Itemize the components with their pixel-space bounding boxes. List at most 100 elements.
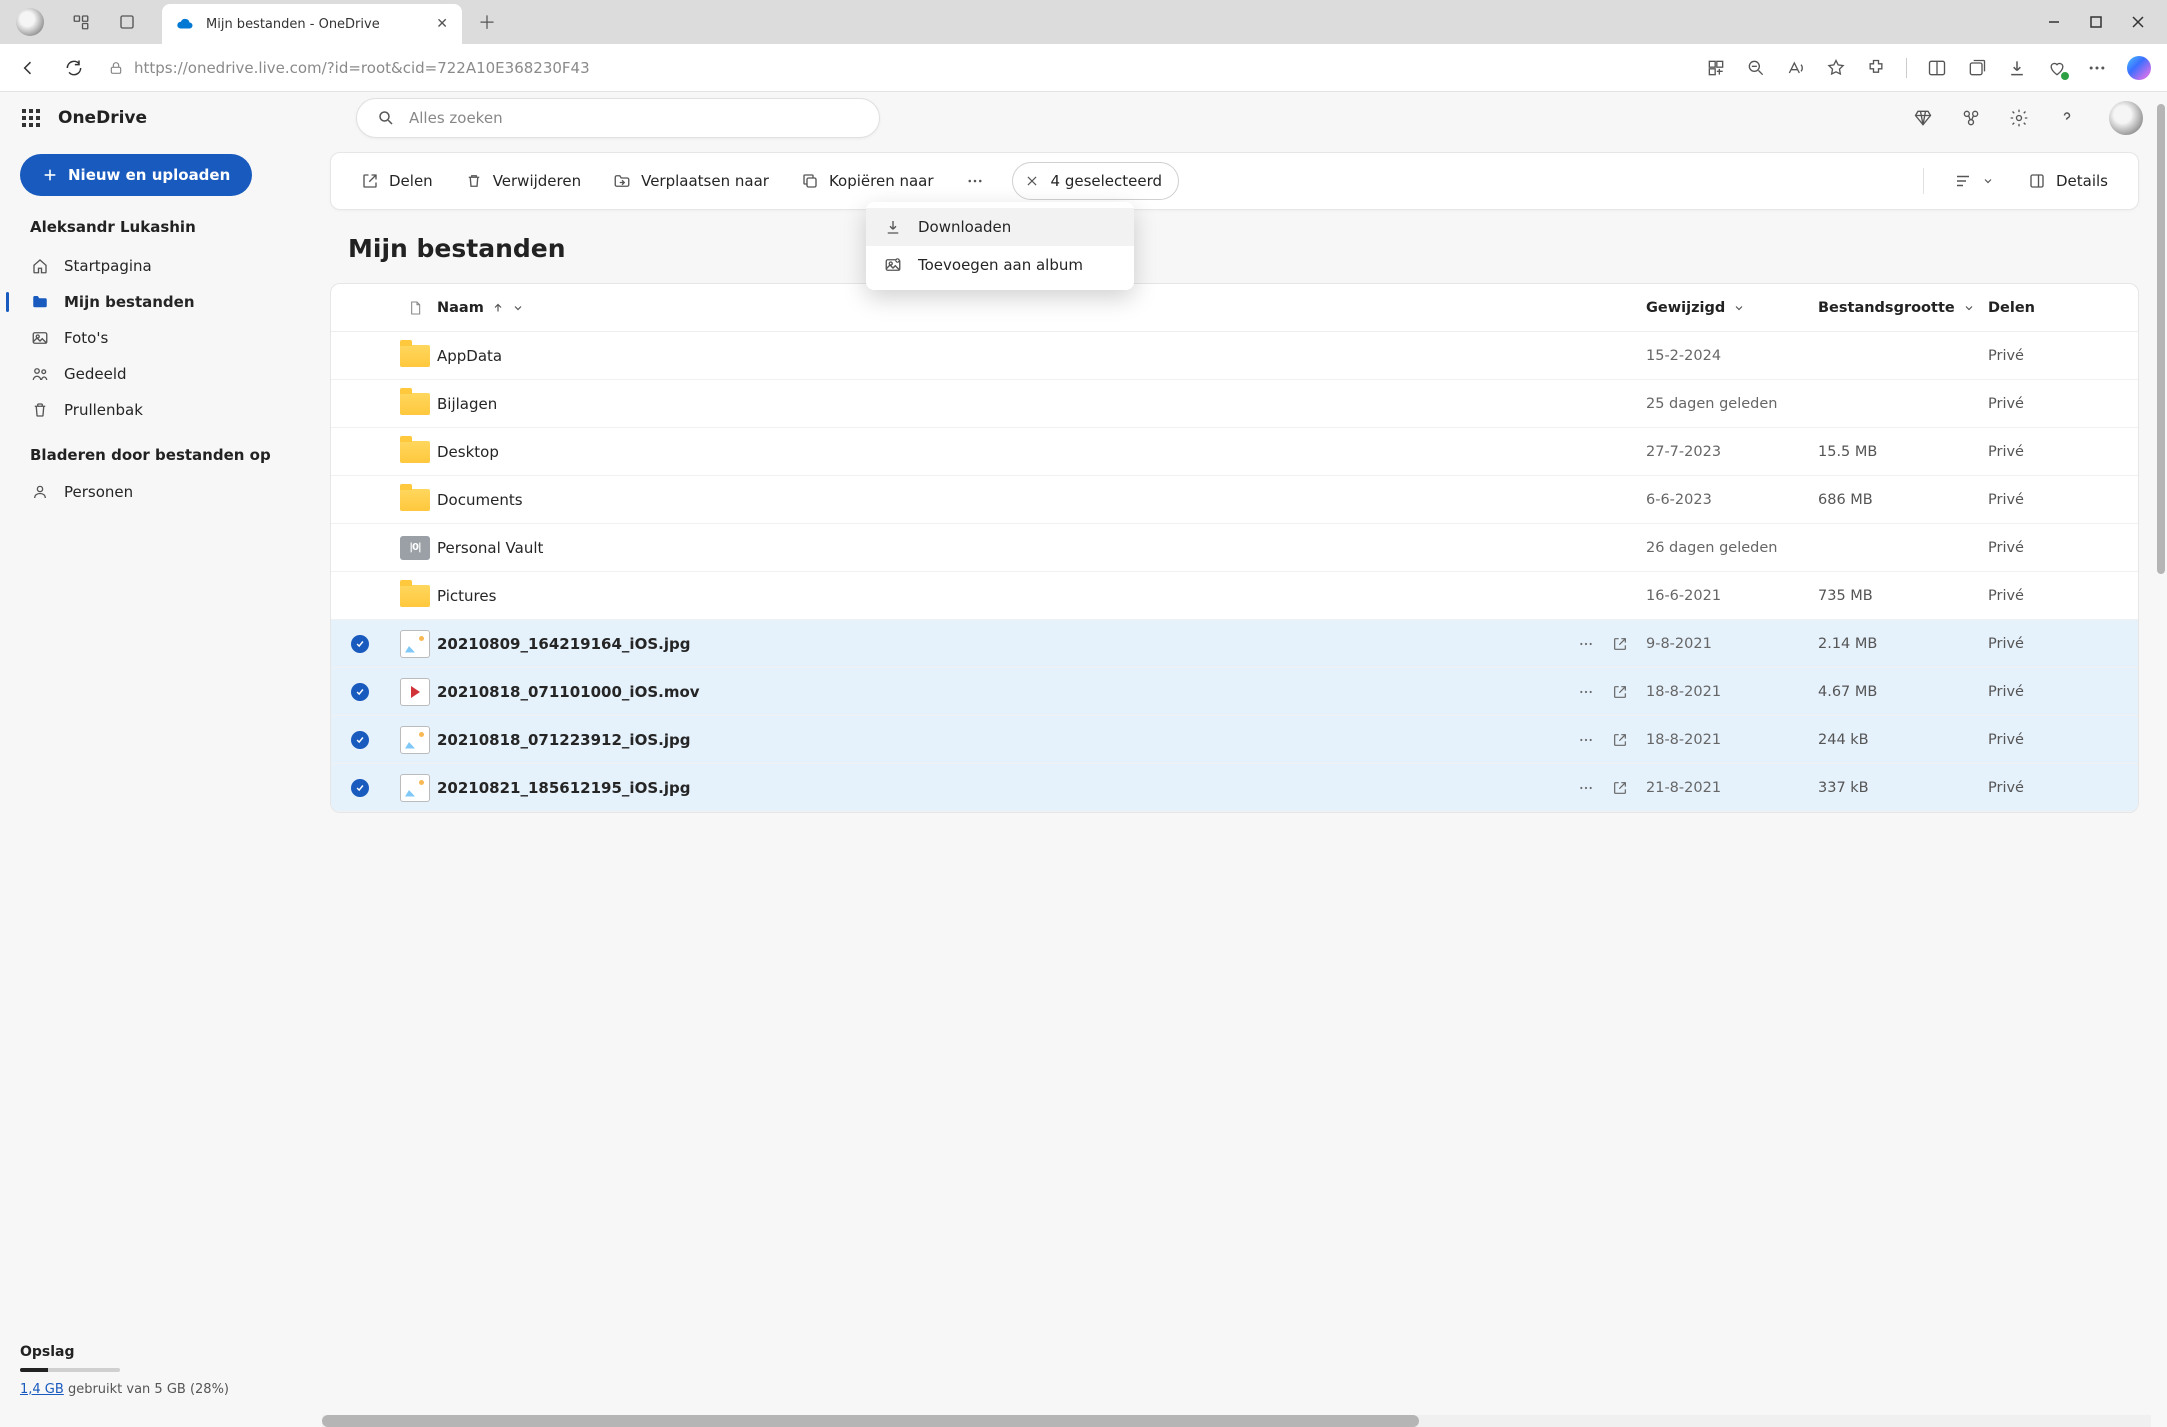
- more-icon[interactable]: [2087, 58, 2107, 78]
- chevron-down-icon[interactable]: [1733, 302, 1745, 314]
- horizontal-scrollbar[interactable]: [322, 1415, 2151, 1427]
- refresh-button[interactable]: [62, 56, 86, 80]
- file-name[interactable]: 20210821_185612195_iOS.jpg: [437, 779, 1646, 797]
- app-launcher-icon[interactable]: [22, 109, 40, 127]
- clear-selection-icon[interactable]: [1025, 174, 1039, 188]
- move-button[interactable]: Verplaatsen naar: [601, 164, 781, 198]
- back-button[interactable]: [16, 56, 40, 80]
- file-size: 337 kB: [1818, 780, 1988, 796]
- workspaces-icon[interactable]: [72, 13, 90, 31]
- minimize-icon[interactable]: [2047, 15, 2061, 29]
- folder-icon: [393, 441, 437, 463]
- column-size-header[interactable]: Bestandsgrootte: [1818, 300, 1988, 316]
- file-name[interactable]: 20210818_071223912_iOS.jpg: [437, 731, 1646, 749]
- file-name[interactable]: Pictures: [437, 587, 1646, 605]
- row-checkbox[interactable]: [351, 779, 393, 797]
- new-tab-button[interactable]: ＋: [478, 9, 496, 35]
- file-name[interactable]: Documents: [437, 491, 1646, 509]
- file-modified: 18-8-2021: [1646, 732, 1818, 748]
- maximize-icon[interactable]: [2089, 15, 2103, 29]
- chevron-down-icon[interactable]: [512, 302, 524, 314]
- new-upload-button[interactable]: Nieuw en uploaden: [20, 154, 252, 196]
- details-button[interactable]: Details: [2016, 164, 2120, 198]
- table-row[interactable]: 20210809_164219164_iOS.jpg9-8-20212.14 M…: [331, 620, 2138, 668]
- share-button[interactable]: Delen: [349, 164, 445, 198]
- file-name[interactable]: Desktop: [437, 443, 1646, 461]
- settings-icon[interactable]: [2005, 104, 2033, 132]
- sidebar: OneDrive Nieuw en uploaden Aleksandr Luk…: [0, 92, 322, 1427]
- profile-avatar-icon[interactable]: [16, 8, 44, 36]
- search-input-container[interactable]: [356, 98, 880, 138]
- row-more-icon[interactable]: [1578, 636, 1594, 652]
- file-name[interactable]: Bijlagen: [437, 395, 1646, 413]
- browser-tab[interactable]: Mijn bestanden - OneDrive ✕: [162, 4, 462, 44]
- move-icon: [613, 172, 631, 190]
- file-name[interactable]: 20210809_164219164_iOS.jpg: [437, 635, 1646, 653]
- help-icon[interactable]: [2053, 104, 2081, 132]
- row-more-icon[interactable]: [1578, 684, 1594, 700]
- file-name[interactable]: 20210818_071101000_iOS.mov: [437, 683, 1646, 701]
- selection-count-pill[interactable]: 4 geselecteerd: [1012, 162, 1180, 200]
- sidebar-item-shared[interactable]: Gedeeld: [0, 356, 322, 392]
- table-row[interactable]: Bijlagen25 dagen geledenPrivé: [331, 380, 2138, 428]
- sidebar-item-people[interactable]: Personen: [0, 474, 322, 510]
- table-row[interactable]: Desktop27-7-202315.5 MBPrivé: [331, 428, 2138, 476]
- column-name-header[interactable]: Naam: [437, 300, 1646, 316]
- table-row[interactable]: Pictures16-6-2021735 MBPrivé: [331, 572, 2138, 620]
- extensions-icon[interactable]: [1866, 58, 1886, 78]
- table-row[interactable]: AppData15-2-2024Privé: [331, 332, 2138, 380]
- downloads-icon[interactable]: [2007, 58, 2027, 78]
- close-icon[interactable]: ✕: [436, 16, 448, 32]
- overflow-dropdown: Downloaden Toevoegen aan album: [866, 202, 1134, 290]
- row-share-icon[interactable]: [1612, 732, 1628, 748]
- premium-icon[interactable]: [1909, 104, 1937, 132]
- tab-actions-icon[interactable]: [118, 13, 136, 31]
- row-more-icon[interactable]: [1578, 732, 1594, 748]
- sidebar-item-myfiles[interactable]: Mijn bestanden: [0, 284, 322, 320]
- table-row[interactable]: |0|Personal Vault26 dagen geledenPrivé: [331, 524, 2138, 572]
- column-modified-header[interactable]: Gewijzigd: [1646, 300, 1818, 316]
- health-icon[interactable]: [2047, 58, 2067, 78]
- zoom-out-icon[interactable]: [1746, 58, 1766, 78]
- window-close-icon[interactable]: [2131, 15, 2145, 29]
- chevron-down-icon[interactable]: [1963, 302, 1975, 314]
- storage-used-link[interactable]: 1,4 GB: [20, 1382, 64, 1397]
- activity-icon[interactable]: [1957, 104, 1985, 132]
- split-screen-icon[interactable]: [1927, 58, 1947, 78]
- sidebar-item-home[interactable]: Startpagina: [0, 248, 322, 284]
- row-share-icon[interactable]: [1612, 636, 1628, 652]
- search-input[interactable]: [409, 109, 859, 127]
- copilot-icon[interactable]: [2127, 56, 2151, 80]
- file-sharing: Privé: [1988, 444, 2118, 460]
- row-more-icon[interactable]: [1578, 780, 1594, 796]
- dropdown-download[interactable]: Downloaden: [866, 208, 1134, 246]
- apps-icon[interactable]: [1706, 58, 1726, 78]
- row-checkbox[interactable]: [351, 683, 393, 701]
- user-avatar[interactable]: [2109, 101, 2143, 135]
- row-checkbox[interactable]: [351, 731, 393, 749]
- file-name[interactable]: Personal Vault: [437, 539, 1646, 557]
- dropdown-add-album[interactable]: Toevoegen aan album: [866, 246, 1134, 284]
- main-area: Delen Verwijderen Verplaatsen naar Kopië…: [322, 92, 2167, 1427]
- url-box[interactable]: https://onedrive.live.com/?id=root&cid=7…: [108, 59, 698, 77]
- table-row[interactable]: 20210818_071101000_iOS.mov18-8-20214.67 …: [331, 668, 2138, 716]
- table-row[interactable]: 20210818_071223912_iOS.jpg18-8-2021244 k…: [331, 716, 2138, 764]
- read-aloud-icon[interactable]: [1786, 58, 1806, 78]
- table-row[interactable]: 20210821_185612195_iOS.jpg21-8-2021337 k…: [331, 764, 2138, 812]
- favorite-icon[interactable]: [1826, 58, 1846, 78]
- collections-icon[interactable]: [1967, 58, 1987, 78]
- column-share-header[interactable]: Delen: [1988, 300, 2118, 316]
- sidebar-item-photos[interactable]: Foto's: [0, 320, 322, 356]
- sidebar-item-recyclebin[interactable]: Prullenbak: [0, 392, 322, 428]
- copy-button[interactable]: Kopiëren naar: [789, 164, 946, 198]
- row-share-icon[interactable]: [1612, 780, 1628, 796]
- table-row[interactable]: Documents6-6-2023686 MBPrivé: [331, 476, 2138, 524]
- delete-button[interactable]: Verwijderen: [453, 164, 593, 198]
- vertical-scrollbar[interactable]: [2157, 104, 2165, 574]
- overflow-button[interactable]: [954, 164, 996, 198]
- sort-view-button[interactable]: [1942, 164, 2006, 198]
- details-icon: [2028, 172, 2046, 190]
- file-name[interactable]: AppData: [437, 347, 1646, 365]
- row-checkbox[interactable]: [351, 635, 393, 653]
- row-share-icon[interactable]: [1612, 684, 1628, 700]
